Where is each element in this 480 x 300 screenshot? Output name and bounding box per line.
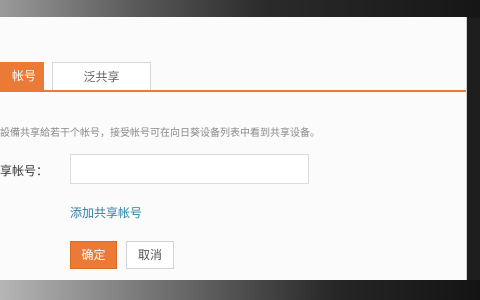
share-settings-panel: 帐号 泛共享 設備共享給若干个帐号，接受帐号可在向日葵设备列表中看到共享设备。 … xyxy=(0,17,467,280)
tab-bar-underline xyxy=(0,90,466,92)
screen-bezel-top xyxy=(0,0,480,18)
share-account-label: 享帐号： xyxy=(0,164,49,178)
tab-account[interactable]: 帐号 xyxy=(0,62,44,91)
add-share-account-link[interactable]: 添加共享帐号 xyxy=(70,204,142,221)
tab-generic-share[interactable]: 泛共享 xyxy=(52,62,151,90)
share-account-input[interactable] xyxy=(70,154,309,184)
share-description: 設備共享給若干个帐号，接受帐号可在向日葵设备列表中看到共享设备。 xyxy=(0,128,320,139)
confirm-button[interactable]: 确定 xyxy=(70,241,117,269)
cancel-button[interactable]: 取消 xyxy=(126,241,174,269)
screen-bezel-bottom xyxy=(0,280,480,300)
